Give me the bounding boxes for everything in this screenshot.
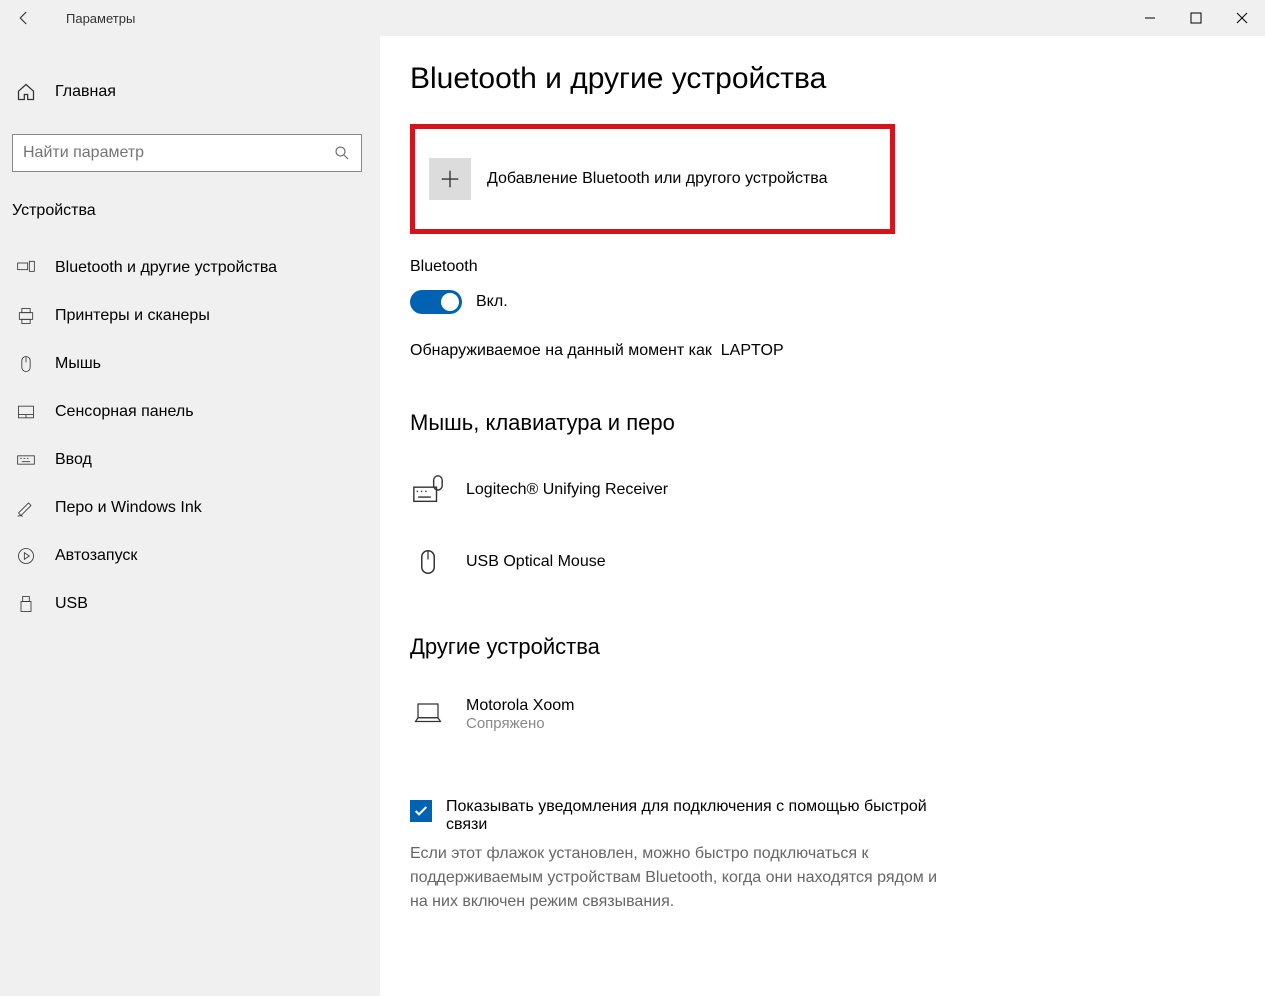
device-row[interactable]: Motorola Xoom Сопряжено (410, 678, 1235, 750)
keyboard-icon (15, 450, 37, 470)
autoplay-icon (15, 546, 37, 566)
toggle-state-label: Вкл. (476, 293, 508, 311)
bluetooth-toggle[interactable] (410, 290, 462, 314)
device-icon (15, 258, 37, 278)
laptop-icon (410, 699, 446, 729)
sidebar-item-touchpad[interactable]: Сенсорная панель (0, 388, 380, 436)
bluetooth-label: Bluetooth (410, 258, 1235, 276)
sidebar-item-bluetooth[interactable]: Bluetooth и другие устройства (0, 244, 380, 292)
sidebar-item-label: Ввод (55, 451, 92, 469)
touchpad-icon (15, 402, 37, 422)
fast-pair-checkbox[interactable] (410, 800, 432, 822)
sidebar: Главная Устройства Bluetooth и другие ус… (0, 36, 380, 996)
home-icon (15, 82, 37, 102)
sidebar-item-label: Мышь (55, 355, 101, 373)
usb-icon (15, 594, 37, 614)
search-icon (333, 144, 351, 162)
sidebar-item-home[interactable]: Главная (0, 70, 380, 114)
sidebar-item-pen[interactable]: Перо и Windows Ink (0, 484, 380, 532)
arrow-left-icon (15, 9, 33, 27)
sidebar-item-usb[interactable]: USB (0, 580, 380, 628)
main-content: Bluetooth и другие устройства Добавление… (380, 36, 1265, 996)
window-controls (1127, 0, 1265, 36)
sidebar-item-label: USB (55, 595, 88, 613)
home-label: Главная (55, 83, 116, 101)
minimize-icon (1144, 12, 1156, 24)
keyboard-mouse-icon (410, 473, 446, 507)
maximize-button[interactable] (1173, 0, 1219, 36)
add-device-button[interactable]: Добавление Bluetooth или другого устройс… (410, 124, 895, 234)
sidebar-category: Устройства (0, 192, 380, 244)
fast-pair-help: Если этот флажок установлен, можно быстр… (410, 842, 950, 914)
maximize-icon (1190, 12, 1202, 24)
mouse-icon (410, 545, 446, 579)
close-button[interactable] (1219, 0, 1265, 36)
sidebar-item-label: Bluetooth и другие устройства (55, 259, 277, 277)
close-icon (1236, 12, 1248, 24)
mouse-icon (15, 354, 37, 374)
device-name: Logitech® Unifying Receiver (466, 481, 668, 499)
sidebar-item-label: Принтеры и сканеры (55, 307, 210, 325)
sidebar-item-label: Сенсорная панель (55, 403, 194, 421)
search-input[interactable] (23, 144, 333, 162)
sidebar-item-autoplay[interactable]: Автозапуск (0, 532, 380, 580)
device-name: Motorola Xoom (466, 697, 575, 715)
sidebar-item-printers[interactable]: Принтеры и сканеры (0, 292, 380, 340)
sidebar-item-mouse[interactable]: Мышь (0, 340, 380, 388)
window-title: Параметры (66, 11, 135, 26)
fast-pair-label: Показывать уведомления для подключения с… (446, 798, 956, 834)
sidebar-item-typing[interactable]: Ввод (0, 436, 380, 484)
device-status: Сопряжено (466, 715, 575, 732)
pen-icon (15, 498, 37, 518)
sidebar-item-label: Автозапуск (55, 547, 137, 565)
search-box[interactable] (12, 134, 362, 172)
section-other-title: Другие устройства (410, 634, 1235, 660)
add-device-label: Добавление Bluetooth или другого устройс… (487, 170, 828, 188)
minimize-button[interactable] (1127, 0, 1173, 36)
discoverable-text: Обнаруживаемое на данный момент как LAPT… (410, 342, 1235, 360)
check-icon (413, 803, 429, 819)
printer-icon (15, 306, 37, 326)
section-input-title: Мышь, клавиатура и перо (410, 410, 1235, 436)
page-title: Bluetooth и другие устройства (410, 62, 1235, 96)
device-name: USB Optical Mouse (466, 553, 606, 571)
title-bar: Параметры (0, 0, 1265, 36)
sidebar-item-label: Перо и Windows Ink (55, 499, 202, 517)
back-button[interactable] (0, 0, 48, 36)
device-row[interactable]: USB Optical Mouse (410, 526, 1235, 598)
plus-icon (429, 158, 471, 200)
device-row[interactable]: Logitech® Unifying Receiver (410, 454, 1235, 526)
